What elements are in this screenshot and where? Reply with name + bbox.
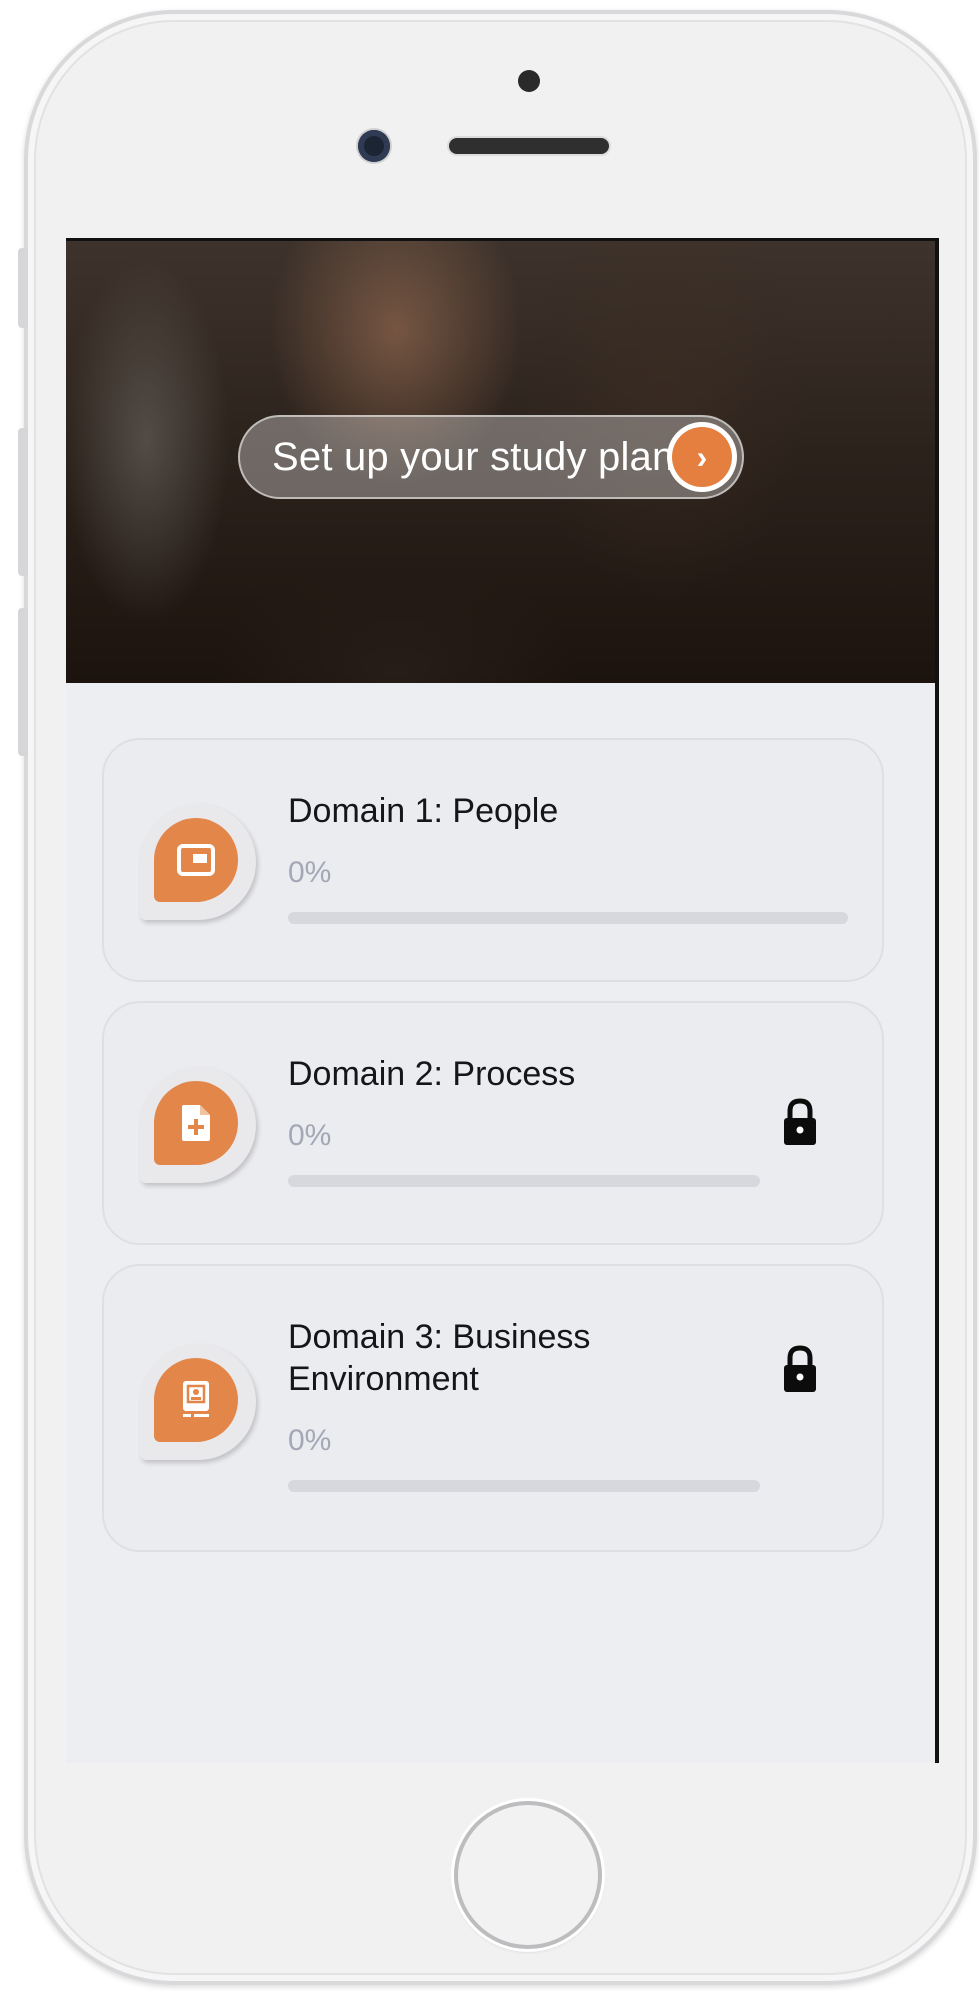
lock-icon [784, 1345, 816, 1392]
presentation-icon [154, 818, 238, 902]
hero-banner: Set up your study plan › [66, 241, 935, 683]
domain-title-line1: Domain 3: Business [288, 1318, 591, 1356]
proximity-sensor [518, 70, 540, 92]
domain-card-people[interactable]: Domain 1: People 0% [102, 738, 884, 982]
domain-progress-label: 0% [288, 856, 332, 889]
domain-progress-label: 0% [288, 1424, 332, 1457]
domain-progress-bar [288, 912, 848, 924]
volume-up-button[interactable] [18, 428, 28, 576]
domain-badge [140, 1067, 256, 1183]
domain-card-business-environment[interactable]: Domain 3: Business Environment 0% [102, 1264, 884, 1552]
front-camera [358, 130, 390, 162]
chevron-right-icon[interactable]: › [672, 427, 732, 487]
domain-badge [140, 1344, 256, 1460]
app-screen: Set up your study plan › Domain 1: Peopl… [66, 238, 939, 1763]
earpiece-speaker [449, 138, 609, 154]
mute-switch[interactable] [18, 248, 28, 328]
domain-title: Domain 1: People [288, 792, 559, 830]
study-plan-label: Set up your study plan [272, 434, 675, 479]
domain-title: Domain 2: Process [288, 1055, 576, 1093]
home-button[interactable] [454, 1801, 602, 1949]
domain-progress-bar [288, 1175, 760, 1187]
domain-progress-label: 0% [288, 1119, 332, 1152]
domain-badge [140, 804, 256, 920]
lock-icon [784, 1098, 816, 1145]
document-add-icon [154, 1081, 238, 1165]
domain-card-process[interactable]: Domain 2: Process 0% [102, 1001, 884, 1245]
domain-title-line2: Environment [288, 1360, 479, 1398]
domain-title: Domain 3: Business Environment [288, 1316, 590, 1400]
id-card-icon [154, 1358, 238, 1442]
study-plan-button[interactable]: Set up your study plan › [238, 415, 744, 499]
domain-progress-bar [288, 1480, 760, 1492]
volume-down-button[interactable] [18, 608, 28, 756]
